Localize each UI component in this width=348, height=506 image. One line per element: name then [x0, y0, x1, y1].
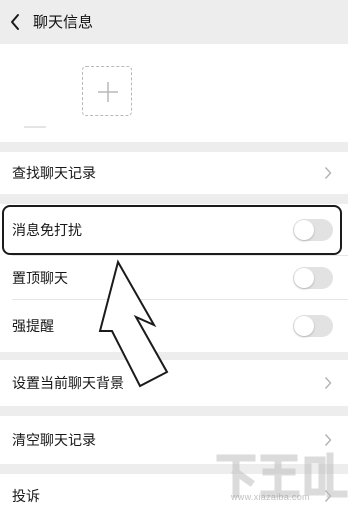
toggle-knob — [294, 268, 314, 288]
member-name-placeholder — [24, 126, 46, 128]
toggle-knob — [294, 316, 314, 336]
toggle-knob — [294, 220, 314, 240]
clear-history-row[interactable]: 清空聊天记录 — [0, 416, 348, 464]
chevron-right-icon — [324, 377, 332, 389]
page-title: 聊天信息 — [33, 13, 94, 31]
plus-icon — [98, 82, 118, 102]
sticky-on-top-label: 置顶聊天 — [12, 271, 68, 287]
strong-alert-label: 强提醒 — [12, 319, 54, 335]
set-background-row[interactable]: 设置当前聊天背景 — [0, 360, 348, 406]
clear-history-label: 清空聊天记录 — [12, 433, 96, 449]
mute-notifications-label: 消息免打扰 — [12, 223, 82, 239]
strong-alert-toggle[interactable] — [293, 315, 333, 337]
sticky-on-top-toggle[interactable] — [293, 267, 333, 289]
navigation-bar: 聊天信息 — [0, 0, 348, 44]
search-history-label: 查找聊天记录 — [12, 166, 96, 182]
set-background-label: 设置当前聊天背景 — [12, 376, 124, 392]
mute-notifications-toggle[interactable] — [293, 219, 333, 241]
add-member-button[interactable] — [82, 66, 132, 116]
mute-notifications-row: 消息免打扰 — [0, 204, 348, 256]
watermark-text: www.xiazaiba.com — [231, 492, 310, 502]
back-arrow-icon[interactable] — [6, 10, 24, 34]
chevron-right-icon — [324, 490, 332, 502]
strong-alert-row: 强提醒 — [0, 300, 348, 352]
sticky-on-top-row: 置顶聊天 — [0, 256, 348, 300]
search-history-row[interactable]: 查找聊天记录 — [0, 152, 348, 194]
chevron-right-icon — [324, 167, 332, 179]
chevron-right-icon — [324, 434, 332, 446]
complain-label: 投诉 — [12, 489, 40, 505]
members-panel — [0, 44, 348, 142]
